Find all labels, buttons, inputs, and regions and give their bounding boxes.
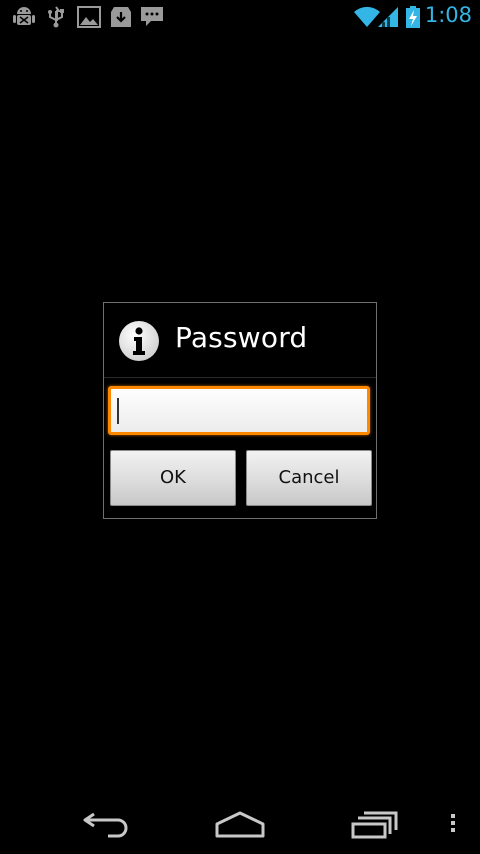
recent-apps-icon[interactable] bbox=[350, 802, 400, 846]
navigation-bar bbox=[0, 794, 480, 854]
android-debug-icon bbox=[12, 6, 36, 28]
back-icon[interactable] bbox=[82, 802, 132, 846]
usb-icon bbox=[46, 6, 66, 28]
dialog-header: Password bbox=[104, 303, 376, 378]
menu-overflow-icon[interactable] bbox=[446, 802, 460, 846]
screen: 1:08 Password OK Cancel bbox=[0, 0, 480, 854]
ok-button[interactable]: OK bbox=[110, 450, 236, 506]
password-input[interactable] bbox=[108, 386, 370, 435]
status-clock: 1:08 bbox=[424, 3, 472, 27]
message-icon bbox=[140, 6, 164, 28]
status-bar: 1:08 bbox=[0, 0, 480, 33]
home-icon[interactable] bbox=[214, 802, 266, 846]
signal-icon bbox=[377, 6, 399, 28]
password-dialog: Password OK Cancel bbox=[103, 302, 377, 519]
download-icon bbox=[109, 6, 133, 28]
info-icon bbox=[118, 320, 160, 362]
image-icon bbox=[77, 6, 101, 28]
dialog-title: Password bbox=[175, 321, 308, 354]
cancel-button[interactable]: Cancel bbox=[246, 450, 372, 506]
dialog-body: OK Cancel bbox=[104, 378, 376, 518]
battery-charging-icon bbox=[406, 6, 420, 28]
text-cursor bbox=[117, 398, 119, 424]
